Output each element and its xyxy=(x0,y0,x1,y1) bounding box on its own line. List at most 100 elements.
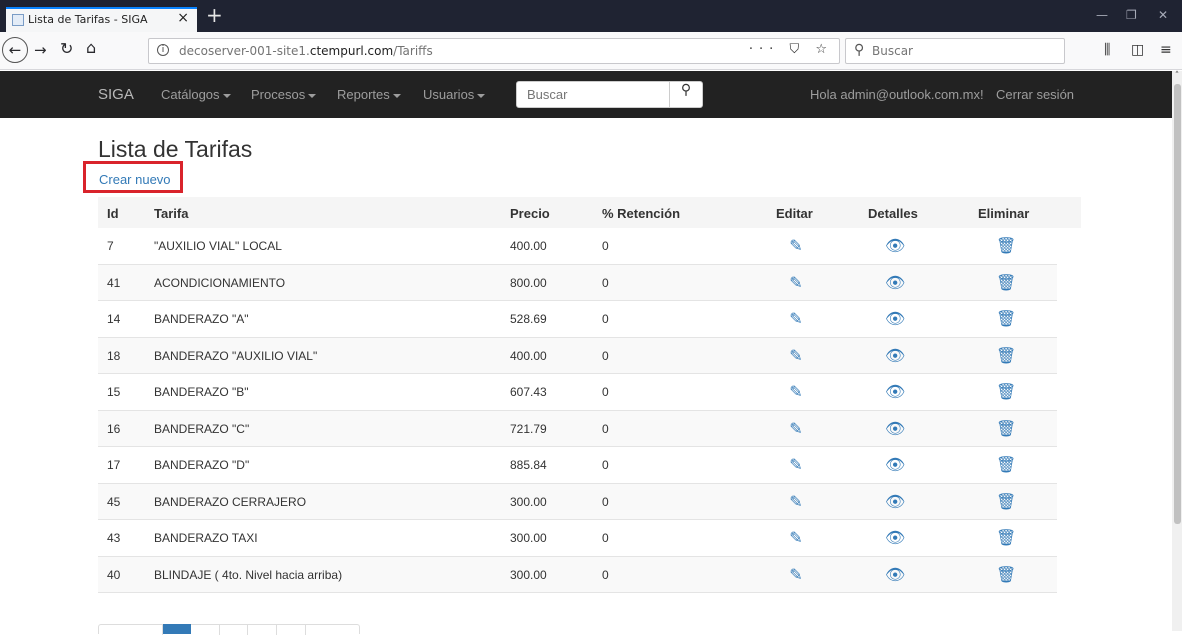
details-eye-icon[interactable]: 👁 xyxy=(885,492,905,511)
library-icon[interactable]: ⫼ xyxy=(1104,42,1110,58)
edit-pencil-icon[interactable]: ✎ xyxy=(786,455,806,474)
details-eye-icon[interactable]: 👁 xyxy=(885,346,905,365)
sidebar-icon[interactable]: ◫ xyxy=(1131,42,1144,58)
edit-pencil-icon[interactable]: ✎ xyxy=(786,492,806,511)
delete-trash-icon[interactable]: 🗑 xyxy=(996,528,1016,547)
table-row: 41 ACONDICIONAMIENTO 800.00 0 ✎ 👁 🗑 xyxy=(98,264,1057,301)
edit-pencil-icon[interactable]: ✎ xyxy=(786,346,806,365)
page-actions-icons[interactable]: ··· ⛉ ☆ xyxy=(749,42,833,57)
delete-trash-icon[interactable]: 🗑 xyxy=(996,309,1016,328)
table-header: Id Tarifa Precio % Retención Editar Deta… xyxy=(98,197,1081,228)
header-precio: Precio xyxy=(510,206,550,221)
menu-reportes[interactable]: Reportes xyxy=(337,87,401,102)
cell-retencion: 0 xyxy=(602,494,609,509)
cell-id: 15 xyxy=(107,385,121,399)
delete-trash-icon[interactable]: 🗑 xyxy=(996,455,1016,474)
details-eye-icon[interactable]: 👁 xyxy=(885,565,905,584)
edit-pencil-icon[interactable]: ✎ xyxy=(786,273,806,292)
table-row: 15 BANDERAZO "B" 607.43 0 ✎ 👁 🗑 xyxy=(98,374,1057,411)
cell-tarifa: "AUXILIO VIAL" LOCAL xyxy=(154,239,282,253)
cell-precio: 885.84 xyxy=(510,458,547,472)
delete-trash-icon[interactable]: 🗑 xyxy=(996,419,1016,438)
cell-precio: 800.00 xyxy=(510,275,547,290)
create-new-link[interactable]: Crear nuevo xyxy=(99,172,171,187)
app-search-input[interactable] xyxy=(516,81,670,108)
cell-id: 7 xyxy=(107,239,114,253)
cell-precio: 300.00 xyxy=(510,567,547,582)
cell-precio: 300.00 xyxy=(510,494,547,509)
details-eye-icon[interactable]: 👁 xyxy=(885,309,905,328)
edit-pencil-icon[interactable]: ✎ xyxy=(786,382,806,401)
delete-trash-icon[interactable]: 🗑 xyxy=(996,346,1016,365)
reload-icon[interactable]: ↻ xyxy=(60,39,73,58)
cell-precio: 721.79 xyxy=(510,421,547,436)
tab-title: Lista de Tarifas - SIGA xyxy=(28,13,148,26)
cell-tarifa: BLINDAJE ( 4to. Nivel hacia arriba) xyxy=(154,567,343,582)
pagination-active-page[interactable] xyxy=(163,624,191,634)
details-eye-icon[interactable]: 👁 xyxy=(885,236,905,255)
app-search-button[interactable]: ⚲ xyxy=(669,81,703,108)
cell-retencion: 0 xyxy=(602,458,609,472)
brand-link[interactable]: SIGA xyxy=(98,86,134,103)
cell-retencion: 0 xyxy=(602,275,609,290)
minimize-icon[interactable]: — xyxy=(1096,8,1108,22)
details-eye-icon[interactable]: 👁 xyxy=(885,455,905,474)
window-close-icon[interactable]: ✕ xyxy=(1158,8,1168,22)
scrollbar-thumb[interactable] xyxy=(1174,84,1181,524)
cell-retencion: 0 xyxy=(602,348,609,363)
tab-close-icon[interactable]: × xyxy=(177,10,189,26)
caret-down-icon xyxy=(308,93,317,98)
edit-pencil-icon[interactable]: ✎ xyxy=(786,565,806,584)
caret-down-icon xyxy=(392,93,401,98)
cell-id: 14 xyxy=(107,312,121,326)
menu-catalogos[interactable]: Catálogos xyxy=(161,87,231,102)
user-greeting[interactable]: Hola admin@outlook.com.mx! xyxy=(810,87,984,102)
cell-retencion: 0 xyxy=(602,421,609,436)
menu-icon[interactable]: ≡ xyxy=(1160,42,1172,58)
delete-trash-icon[interactable]: 🗑 xyxy=(996,236,1016,255)
browser-search-bar[interactable]: ⚲ xyxy=(845,38,1065,64)
cell-tarifa: BANDERAZO "AUXILIO VIAL" xyxy=(154,348,318,363)
edit-pencil-icon[interactable]: ✎ xyxy=(786,419,806,438)
forward-arrow-icon[interactable]: → xyxy=(34,41,47,59)
browser-search-input[interactable] xyxy=(872,44,1052,58)
cell-precio: 400.00 xyxy=(510,348,547,363)
cell-retencion: 0 xyxy=(602,385,609,399)
menu-usuarios[interactable]: Usuarios xyxy=(423,87,486,102)
details-eye-icon[interactable]: 👁 xyxy=(885,419,905,438)
edit-pencil-icon[interactable]: ✎ xyxy=(786,528,806,547)
back-arrow-icon[interactable]: ← xyxy=(2,37,28,63)
logout-link[interactable]: Cerrar sesión xyxy=(996,87,1074,102)
details-eye-icon[interactable]: 👁 xyxy=(885,382,905,401)
table-row: 17 BANDERAZO "D" 885.84 0 ✎ 👁 🗑 xyxy=(98,447,1057,484)
cell-retencion: 0 xyxy=(602,312,609,326)
url-bar[interactable]: i decoserver-001-site1.ctempurl.com/Tari… xyxy=(148,38,840,64)
new-tab-icon[interactable]: + xyxy=(206,3,223,27)
delete-trash-icon[interactable]: 🗑 xyxy=(996,382,1016,401)
table-row: 7 "AUXILIO VIAL" LOCAL 400.00 0 ✎ 👁 🗑 xyxy=(98,228,1057,265)
details-eye-icon[interactable]: 👁 xyxy=(885,528,905,547)
table-row: 45 BANDERAZO CERRAJERO 300.00 0 ✎ 👁 🗑 xyxy=(98,483,1057,520)
home-icon[interactable]: ⌂ xyxy=(86,38,96,57)
browser-tab[interactable]: Lista de Tarifas - SIGA × xyxy=(6,7,197,32)
delete-trash-icon[interactable]: 🗑 xyxy=(996,273,1016,292)
page-favicon-icon xyxy=(12,14,24,26)
scroll-up-icon[interactable]: ˄ xyxy=(1172,71,1182,83)
details-eye-icon[interactable]: 👁 xyxy=(885,273,905,292)
table-row: 16 BANDERAZO "C" 721.79 0 ✎ 👁 🗑 xyxy=(98,410,1057,447)
header-detalles: Detalles xyxy=(868,206,918,221)
menu-procesos[interactable]: Procesos xyxy=(251,87,317,102)
delete-trash-icon[interactable]: 🗑 xyxy=(996,492,1016,511)
search-icon: ⚲ xyxy=(680,82,692,98)
delete-trash-icon[interactable]: 🗑 xyxy=(996,565,1016,584)
maximize-icon[interactable]: ❐ xyxy=(1126,8,1137,22)
cell-tarifa: ACONDICIONAMIENTO xyxy=(154,275,286,290)
browser-tab-bar: Lista de Tarifas - SIGA × + — ❐ ✕ xyxy=(0,0,1182,32)
site-info-icon[interactable]: i xyxy=(157,44,169,56)
header-retencion: % Retención xyxy=(602,206,681,221)
edit-pencil-icon[interactable]: ✎ xyxy=(786,309,806,328)
cell-retencion: 0 xyxy=(602,239,609,253)
cell-id: 45 xyxy=(107,494,121,509)
edit-pencil-icon[interactable]: ✎ xyxy=(786,236,806,255)
url-text: decoserver-001-site1.ctempurl.com/Tariff… xyxy=(179,44,433,58)
